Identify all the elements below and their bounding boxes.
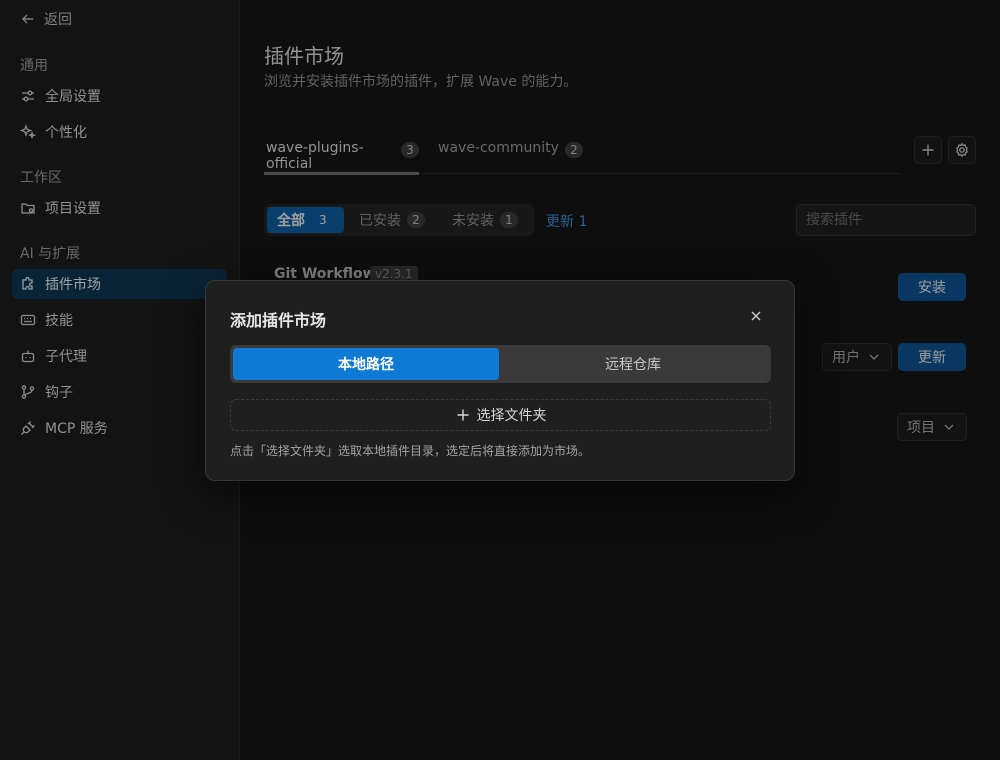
choose-folder-button[interactable]: 选择文件夹 [230, 399, 771, 431]
plus-icon [455, 407, 471, 423]
close-button[interactable] [746, 306, 766, 326]
choose-folder-label: 选择文件夹 [476, 408, 547, 424]
dialog-title: 添加插件市场 [230, 311, 327, 330]
option-remote-repo[interactable]: 远程仓库 [500, 348, 766, 380]
source-type-toggle: 本地路径 远程仓库 [230, 345, 771, 383]
close-icon [748, 308, 764, 324]
dialog-hint: 点击「选择文件夹」选取本地插件目录，选定后将直接添加为市场。 [230, 444, 591, 458]
option-local-path[interactable]: 本地路径 [233, 348, 499, 380]
add-market-dialog: 添加插件市场 本地路径 远程仓库 选择文件夹 点击「选择文件夹」选取本地插件目录… [205, 280, 795, 481]
